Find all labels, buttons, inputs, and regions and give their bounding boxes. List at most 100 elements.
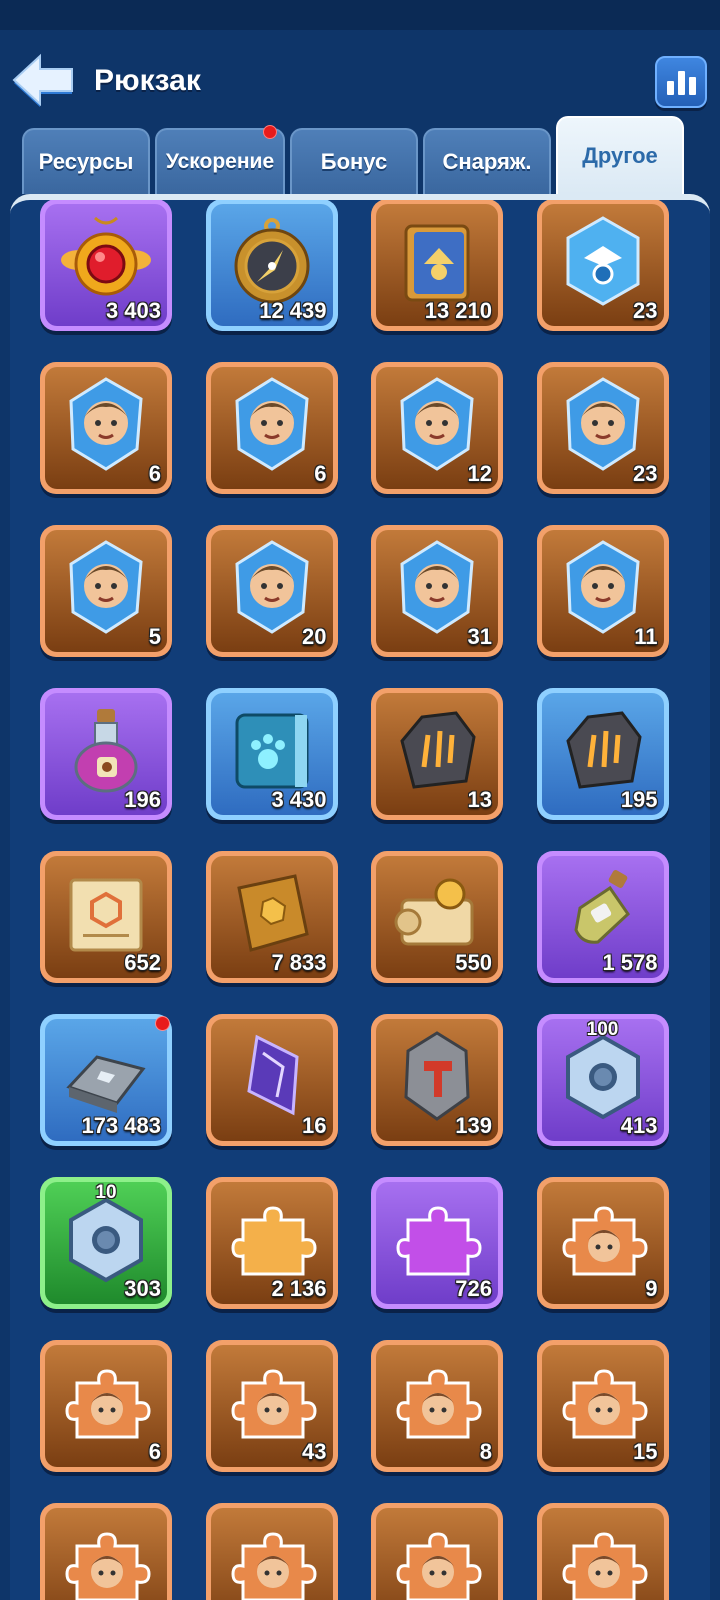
item-count: 6: [314, 461, 327, 486]
tab-gear[interactable]: Снаряж.: [423, 128, 551, 194]
inventory-grid: 3 403 12 439 13 210 23 6 6 12 23 5 20 31 11 196 3 430…: [10, 194, 710, 1600]
inventory-item-hero-shard-bearded[interactable]: 12: [371, 362, 503, 494]
tab-speedups[interactable]: Ускорение: [155, 125, 285, 194]
puzzle-piece-icon: [396, 1206, 482, 1276]
inventory-item-puzzle-purple[interactable]: 726: [371, 1177, 503, 1309]
inventory-item-puzzle-hero-4[interactable]: 8: [371, 1340, 503, 1472]
hero-shard-icon: [69, 377, 143, 471]
back-arrow-icon: [12, 53, 73, 107]
inventory-item-hero-shard-blonde[interactable]: 6: [40, 362, 172, 494]
inventory-item-claw-stone-gray[interactable]: 195: [536, 688, 669, 820]
inventory-item-puzzle-hero-8[interactable]: [371, 1503, 503, 1600]
puzzle-piece-icon: [230, 1206, 317, 1276]
inventory-item-hero-shard-grayhair[interactable]: 20: [205, 525, 338, 657]
hero-puzzle-icon: [561, 1369, 648, 1439]
hero-puzzle-icon: [230, 1369, 317, 1439]
inventory-item-blueprint-scroll[interactable]: 652: [40, 851, 172, 983]
inventory-item-puzzle-hero-2[interactable]: 6: [40, 1340, 172, 1472]
inventory-item-pet-book[interactable]: 3 430: [205, 688, 338, 820]
inventory-item-puzzle-hero-9[interactable]: [536, 1503, 669, 1600]
page-title: Рюкзак: [94, 64, 201, 97]
inventory-item-iron-ingot[interactable]: 173 483: [40, 1014, 172, 1146]
hammer-stone-icon: [404, 1031, 470, 1121]
hero-puzzle-icon: [396, 1532, 482, 1600]
back-button[interactable]: [10, 52, 76, 108]
hero-puzzle-icon: [65, 1369, 151, 1439]
stats-button[interactable]: [655, 56, 707, 108]
inventory-item-sealed-scroll[interactable]: 550: [371, 851, 503, 983]
inventory-item-hero-shard-redbeard[interactable]: 5: [40, 525, 172, 657]
inventory-item-hex-nut-100[interactable]: 100 413: [536, 1014, 669, 1146]
item-tier-label: 10: [95, 1182, 117, 1203]
inventory-item-oil-bottle[interactable]: 1 578: [536, 851, 669, 983]
inventory-item-puzzle-hero-3[interactable]: 43: [205, 1340, 338, 1472]
item-count: 2 136: [271, 1276, 327, 1301]
iron-ingot-icon: [66, 1055, 146, 1113]
claw-stone-icon: [565, 711, 642, 789]
skill-book-icon: [404, 224, 470, 302]
item-count: 23: [633, 298, 658, 323]
hero-shard-icon: [234, 540, 309, 634]
inventory-item-pet-potion[interactable]: 196: [40, 688, 172, 820]
inventory-item-claw-stone-dark[interactable]: 13: [371, 688, 503, 820]
status-bar: [0, 0, 720, 30]
item-count: 9: [645, 1276, 658, 1301]
item-count: 43: [302, 1439, 327, 1464]
item-count: 16: [302, 1113, 327, 1138]
inventory-item-puzzle-hero-5[interactable]: 15: [536, 1340, 669, 1472]
inventory-item-purple-crystal[interactable]: 16: [205, 1014, 338, 1146]
inventory-item-hero-shard-elder[interactable]: 23: [536, 362, 669, 494]
item-count: 12: [467, 461, 492, 486]
inventory-item-ruby-medallion[interactable]: 3 403: [40, 200, 172, 331]
inventory-item-golden-compass[interactable]: 12 439: [205, 200, 338, 331]
item-count: 23: [633, 461, 658, 486]
hero-puzzle-icon: [230, 1532, 317, 1600]
item-count: 6: [148, 461, 161, 486]
item-count: 3 403: [105, 298, 161, 323]
inventory-item-puzzle-hero-6[interactable]: [40, 1503, 172, 1600]
tab-resources[interactable]: Ресурсы: [22, 128, 150, 194]
blueprint-icon: [69, 878, 143, 952]
item-count: 31: [467, 624, 492, 649]
inventory-item-gold-book[interactable]: 7 833: [205, 851, 338, 983]
purple-crystal-icon: [246, 1034, 299, 1116]
hero-shard-icon: [234, 377, 309, 471]
inventory-item-skill-tome[interactable]: 13 210: [371, 200, 503, 331]
hero-puzzle-icon: [65, 1532, 151, 1600]
inventory-item-puzzle-gold[interactable]: 2 136: [205, 1177, 338, 1309]
tab-bonus[interactable]: Бонус: [290, 128, 418, 194]
hero-shard-icon: [400, 377, 474, 471]
hero-puzzle-icon: [561, 1532, 648, 1600]
item-count: 413: [620, 1113, 658, 1138]
item-count: 7 833: [271, 950, 327, 975]
inventory-item-forge-stone[interactable]: 139: [371, 1014, 503, 1146]
oil-bottle-icon: [573, 870, 630, 944]
item-count: 1 578: [602, 950, 658, 975]
hex-nut-icon: [69, 1197, 143, 1283]
inventory-item-puzzle-hero-7[interactable]: [205, 1503, 338, 1600]
item-count: 15: [633, 1439, 658, 1464]
inventory-item-puzzle-hero-1[interactable]: 9: [536, 1177, 669, 1309]
inventory-item-hero-crystal-generic[interactable]: 23: [536, 200, 669, 331]
tab-bar: Ресурсы Ускорение Бонус Снаряж. Другое: [22, 116, 702, 194]
item-count: 303: [124, 1276, 161, 1301]
potion-bottle-icon: [74, 709, 138, 793]
inventory-item-hero-shard-bluehair[interactable]: 31: [371, 525, 503, 657]
hero-shard-icon: [565, 540, 640, 634]
item-count: 13 210: [424, 298, 492, 323]
inventory-item-hero-shard-grandma[interactable]: 6: [205, 362, 338, 494]
item-count: 13: [467, 787, 492, 812]
item-count: 550: [455, 950, 492, 975]
item-count: 652: [124, 950, 161, 975]
bar-chart-icon: [666, 81, 674, 95]
inventory-item-hex-nut-10[interactable]: 10 303: [40, 1177, 172, 1309]
hero-shard-icon: [400, 540, 474, 634]
item-count: 139: [455, 1113, 492, 1138]
hero-puzzle-icon: [396, 1369, 482, 1439]
item-count: 6: [148, 1439, 161, 1464]
tab-other[interactable]: Другое: [556, 116, 684, 194]
item-count: 3 430: [271, 787, 327, 812]
compass-icon: [234, 218, 309, 304]
item-count: 195: [620, 787, 658, 812]
inventory-item-hero-shard-witch[interactable]: 11: [536, 525, 669, 657]
